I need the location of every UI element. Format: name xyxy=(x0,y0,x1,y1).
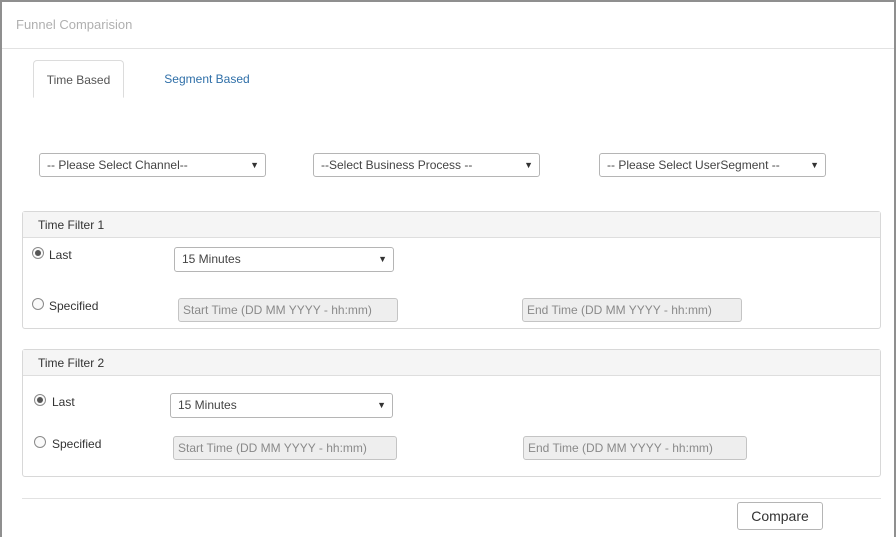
time-filter-1-last-value: 15 Minutes xyxy=(182,252,241,266)
time-filter-1-last-select[interactable]: 15 Minutes ▼ xyxy=(174,247,394,272)
chevron-down-icon: ▼ xyxy=(250,160,259,170)
time-filter-1-last-radio[interactable] xyxy=(32,247,44,259)
time-filter-2-specified-label: Specified xyxy=(52,437,102,451)
tab-segment-based[interactable]: Segment Based xyxy=(157,60,257,98)
funnel-comparison-panel: Funnel Comparision Time Based Segment Ba… xyxy=(0,0,896,537)
chevron-down-icon: ▼ xyxy=(524,160,533,170)
time-filter-2: Time Filter 2 Last 15 Minutes ▼ Specifie… xyxy=(22,349,881,477)
time-filter-1-last-label: Last xyxy=(49,248,72,262)
time-filter-2-last-select[interactable]: 15 Minutes ▼ xyxy=(170,393,393,418)
title-divider xyxy=(2,48,894,49)
time-filter-2-start-input[interactable] xyxy=(173,436,397,460)
chevron-down-icon: ▼ xyxy=(377,400,386,410)
time-filter-1-end-input[interactable] xyxy=(522,298,742,322)
time-filter-1: Time Filter 1 Last 15 Minutes ▼ Specifie… xyxy=(22,211,881,329)
tab-time-based[interactable]: Time Based xyxy=(33,60,124,98)
time-filter-2-last-radio[interactable] xyxy=(34,394,46,406)
chevron-down-icon: ▼ xyxy=(810,160,819,170)
time-filter-1-start-input[interactable] xyxy=(178,298,398,322)
user-segment-select[interactable]: -- Please Select UserSegment -- ▼ xyxy=(599,153,826,177)
footer-divider xyxy=(22,498,881,499)
time-filter-2-title: Time Filter 2 xyxy=(23,350,880,376)
time-filter-1-specified-label: Specified xyxy=(49,299,99,313)
channel-select[interactable]: -- Please Select Channel-- ▼ xyxy=(39,153,266,177)
time-filter-2-specified-radio[interactable] xyxy=(34,436,46,448)
business-process-select[interactable]: --Select Business Process -- ▼ xyxy=(313,153,540,177)
time-filter-2-last-value: 15 Minutes xyxy=(178,398,237,412)
user-segment-select-value: -- Please Select UserSegment -- xyxy=(607,158,780,172)
panel-title: Funnel Comparision xyxy=(16,17,133,32)
channel-select-value: -- Please Select Channel-- xyxy=(47,158,188,172)
time-filter-1-title: Time Filter 1 xyxy=(23,212,880,238)
compare-button[interactable]: Compare xyxy=(737,502,823,530)
time-filter-1-specified-radio[interactable] xyxy=(32,298,44,310)
time-filter-2-last-label: Last xyxy=(52,395,75,409)
time-filter-2-end-input[interactable] xyxy=(523,436,747,460)
chevron-down-icon: ▼ xyxy=(378,254,387,264)
business-process-select-value: --Select Business Process -- xyxy=(321,158,473,172)
